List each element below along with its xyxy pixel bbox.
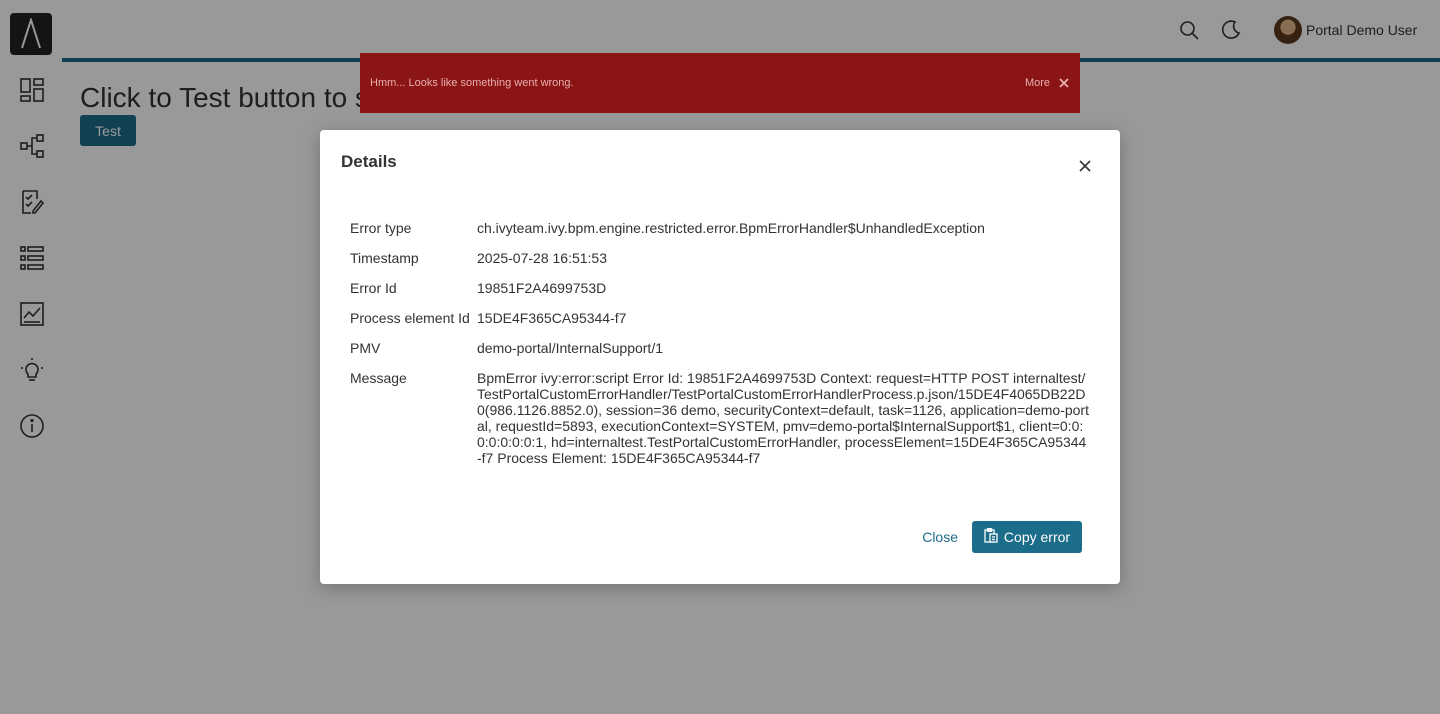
detail-value: 2025-07-28 16:51:53 [477, 250, 607, 266]
error-growl: Hmm... Looks like something went wrong. … [360, 53, 1080, 113]
detail-row-message: Message BpmError ivy:error:script Error … [350, 370, 1090, 466]
dialog-title: Details [341, 152, 397, 171]
close-button[interactable]: Close [922, 529, 958, 545]
detail-row-error-id: Error Id 19851F2A4699753D [350, 280, 1090, 296]
dialog-footer: Close Copy error [922, 521, 1082, 553]
detail-label: Process element Id [350, 310, 470, 326]
detail-label: Timestamp [350, 250, 419, 266]
growl-more-link[interactable]: More [1025, 77, 1050, 89]
error-details-dialog: Details Error type ch.ivyteam.ivy.bpm.en… [320, 130, 1120, 584]
detail-label: PMV [350, 340, 381, 356]
detail-value: demo-portal/InternalSupport/1 [477, 340, 663, 356]
close-icon[interactable] [1075, 156, 1095, 176]
detail-value: BpmError ivy:error:script Error Id: 1985… [477, 370, 1089, 466]
copy-error-label: Copy error [1003, 529, 1071, 545]
copy-error-button[interactable]: Copy error [972, 521, 1082, 553]
detail-row-process-element-id: Process element Id 15DE4F365CA95344-f7 [350, 310, 1090, 326]
detail-value: 19851F2A4699753D [477, 280, 607, 296]
detail-row-error-type: Error type ch.ivyteam.ivy.bpm.engine.res… [350, 220, 1090, 236]
detail-label: Error Id [350, 280, 397, 296]
detail-row-pmv: PMV demo-portal/InternalSupport/1 [350, 340, 1090, 356]
details-table: Error type ch.ivyteam.ivy.bpm.engine.res… [350, 220, 1090, 480]
growl-message: Hmm... Looks like something went wrong. [370, 77, 574, 89]
detail-value: ch.ivyteam.ivy.bpm.engine.restricted.err… [477, 220, 985, 236]
close-icon[interactable] [1058, 77, 1070, 89]
clipboard-icon [984, 528, 998, 546]
detail-value: 15DE4F365CA95344-f7 [477, 310, 627, 326]
detail-label: Message [350, 370, 407, 386]
detail-label: Error type [350, 220, 412, 236]
detail-row-timestamp: Timestamp 2025-07-28 16:51:53 [350, 250, 1090, 266]
